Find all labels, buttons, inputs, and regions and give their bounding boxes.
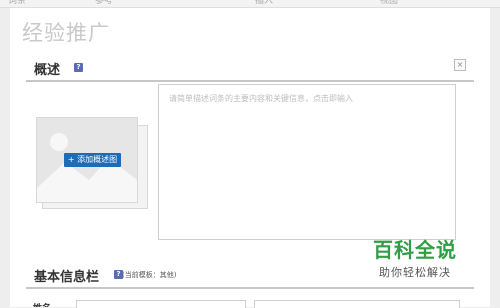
top-toolbar: 词条 参考 插入 视图 xyxy=(0,0,500,8)
close-icon[interactable]: × xyxy=(454,59,466,71)
tab-reference[interactable]: 参考 xyxy=(95,0,113,6)
page-title: 经验推广 xyxy=(22,21,110,45)
field-label-name: 姓名 xyxy=(33,301,51,307)
overview-title: 概述 xyxy=(34,63,61,78)
tab-insert[interactable]: 插入 xyxy=(255,0,273,6)
tab-view[interactable]: 视图 xyxy=(380,0,398,6)
tab-entry[interactable]: 词条 xyxy=(8,0,26,6)
description-placeholder: 请简单描述词条的主要内容和关键信息，点击即输入 xyxy=(169,94,353,103)
watermark-main: 百科全说 xyxy=(373,238,457,262)
infobox-title: 基本信息栏 xyxy=(34,270,100,285)
template-note: (当前模板：其他) xyxy=(122,271,177,279)
watermark-sub: 助你轻松解决 xyxy=(379,266,451,279)
overview-section-header: 概述 ? × xyxy=(26,56,474,82)
question-icon[interactable]: ? xyxy=(74,63,83,72)
add-overview-image-button[interactable]: + 添加概述图 xyxy=(64,153,121,167)
watermark: 百科全说 助你轻松解决 xyxy=(360,234,470,280)
overview-description-input[interactable]: 请简单描述词条的主要内容和关键信息，点击即输入 xyxy=(158,84,456,240)
